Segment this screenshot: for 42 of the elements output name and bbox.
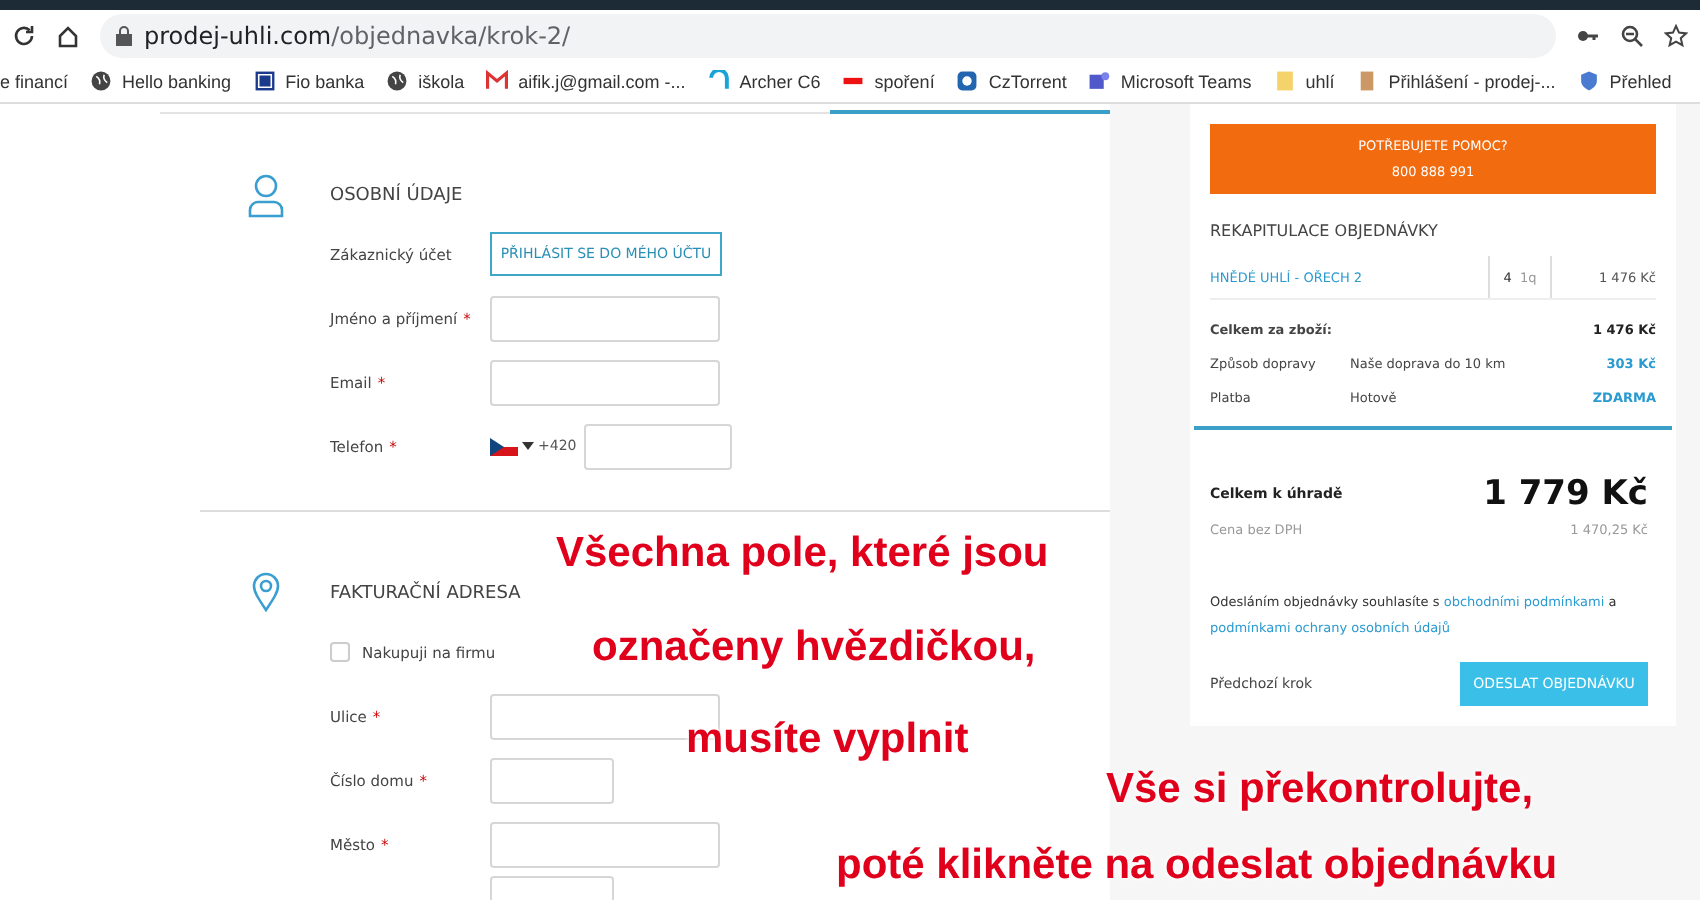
reload-icon[interactable] [12, 23, 36, 47]
mail-icon [486, 70, 509, 92]
czech-flag-icon [490, 437, 518, 455]
annotation-text: označeny hvězdičkou, [592, 624, 1036, 672]
checkbox[interactable] [330, 642, 350, 662]
globe-icon [90, 70, 113, 92]
input-field[interactable] [490, 359, 720, 405]
person-icon [247, 174, 283, 218]
input-field[interactable] [490, 757, 614, 803]
folder-icon [1273, 70, 1296, 92]
section-title: OSOBNÍ ÚDAJE [330, 181, 465, 210]
caret-icon[interactable] [522, 442, 534, 450]
section-title: FAKTURAČNÍ ADRESA [330, 579, 523, 608]
annotation-text: poté klikněte na odeslat objednávku [836, 842, 1558, 890]
home-icon[interactable] [56, 23, 80, 47]
location-pin-icon [251, 572, 279, 612]
bookmark[interactable]: uhlí [1273, 70, 1335, 92]
input-field[interactable] [584, 423, 733, 469]
input-field[interactable] [490, 295, 720, 341]
squares-icon [253, 70, 276, 92]
bookmark[interactable]: aifik.j@gmail.com -... [486, 70, 686, 92]
bookmark[interactable]: Hello banking [90, 70, 232, 92]
annotation-text: Vše si překontrolujte, [1106, 766, 1534, 814]
bookmark[interactable]: Přihlášení - prodej-... [1356, 70, 1556, 92]
bookmark[interactable]: e financí [0, 71, 69, 91]
bookmark[interactable]: Přehled [1577, 70, 1672, 92]
annotation-text: musíte vyplnit [686, 716, 969, 764]
bookmark[interactable]: Microsoft Teams [1088, 70, 1252, 92]
bookmark[interactable]: Archer C6 [707, 70, 821, 92]
bookmark[interactable]: spoření [842, 70, 935, 92]
address-bar[interactable]: prodej-uhli.com/objednavka/krok-2/ [100, 13, 1556, 57]
zoom-icon[interactable] [1620, 23, 1644, 47]
globe-icon [386, 70, 409, 92]
total-amount: 1 779 Kč [1483, 474, 1648, 514]
bookmark[interactable]: iškola [386, 70, 465, 92]
bookmark[interactable]: Fio banka [253, 70, 365, 92]
star-icon[interactable] [1664, 23, 1688, 47]
annotation-text: Všechna pole, které jsou [556, 530, 1049, 578]
bookmark[interactable]: CzTorrent [956, 70, 1067, 92]
input-field[interactable] [490, 821, 720, 867]
shield-icon [1577, 70, 1600, 92]
summary-title: REKAPITULACE OBJEDNÁVKY [1210, 222, 1440, 240]
